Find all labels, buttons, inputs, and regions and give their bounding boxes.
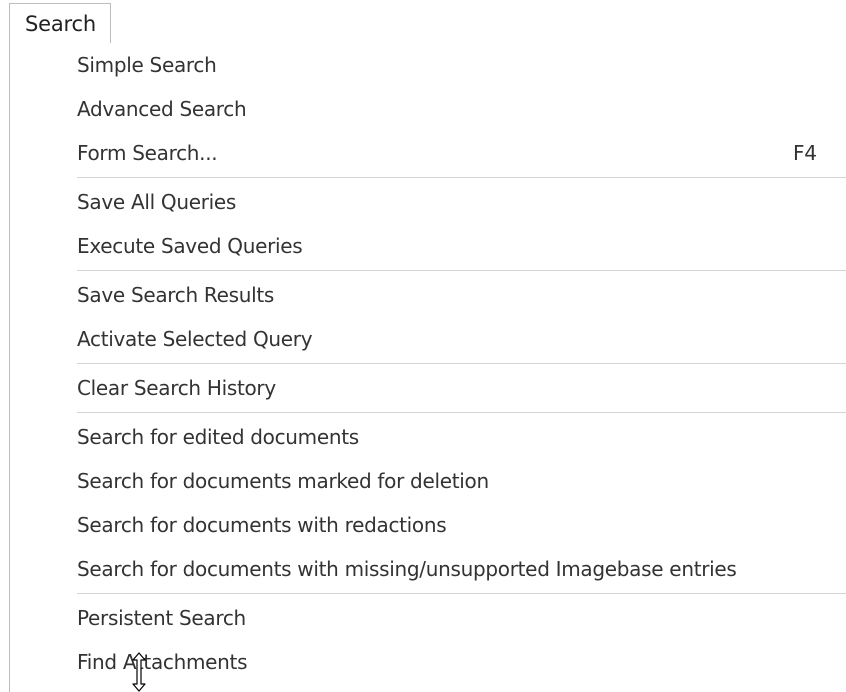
menu-separator <box>77 363 846 364</box>
menu-item[interactable]: Save All Queries <box>10 180 846 224</box>
menu-item[interactable]: Advanced Search <box>10 87 846 131</box>
menu-item[interactable]: Save Search Results <box>10 273 846 317</box>
menu-bar: Search <box>0 0 846 44</box>
menu-item-label: Simple Search <box>77 53 217 77</box>
menu-item-label: Search for documents marked for deletion <box>77 469 489 493</box>
menu-item-label: Save Search Results <box>77 283 275 307</box>
search-dropdown-menu: Simple Search Advanced Search Form Search.… <box>9 43 846 692</box>
menu-item[interactable]: Search for documents with redactions <box>10 503 846 547</box>
menu-item-label: Execute Saved Queries <box>77 234 303 258</box>
menu-item[interactable]: Simple Search <box>10 43 846 87</box>
menu-item-label: Save All Queries <box>77 190 237 214</box>
menu-item[interactable]: Search for documents with missing/unsupp… <box>10 547 846 591</box>
menu-item[interactable]: Clear Search History <box>10 366 846 410</box>
menu-item-label: Form Search... <box>77 141 218 165</box>
menu-item[interactable]: Activate Selected Query <box>10 317 846 361</box>
menu-separator <box>77 593 846 594</box>
menu-item-label: Activate Selected Query <box>77 327 313 351</box>
menu-item-label: Persistent Search <box>77 606 246 630</box>
menu-item-label: Search for documents with missing/unsupp… <box>77 557 737 581</box>
resize-vertical-cursor-icon <box>132 652 146 692</box>
menu-item[interactable]: Persistent Search <box>10 596 846 640</box>
menu-item-shortcut: F4 <box>793 141 817 165</box>
menu-item[interactable]: Search for edited documents <box>10 415 846 459</box>
menu-item-label: Find Attachments <box>77 650 248 674</box>
menu-item-label: Search for documents with redactions <box>77 513 447 537</box>
menu-item[interactable]: Execute Saved Queries <box>10 224 846 268</box>
menu-item-list: Simple Search Advanced Search Form Search.… <box>10 43 846 684</box>
menu-item[interactable]: Form Search... F4 <box>10 131 846 175</box>
menu-item-label: Advanced Search <box>77 97 247 121</box>
menu-item[interactable]: Search for documents marked for deletion <box>10 459 846 503</box>
app-window: Search Simple Search Advanced Search Form … <box>0 0 846 692</box>
menu-item-label: Clear Search History <box>77 376 276 400</box>
search-menu-tab[interactable]: Search <box>9 3 111 44</box>
menu-separator <box>77 177 846 178</box>
menu-separator <box>77 270 846 271</box>
menu-separator <box>77 412 846 413</box>
menu-item-label: Search for edited documents <box>77 425 359 449</box>
